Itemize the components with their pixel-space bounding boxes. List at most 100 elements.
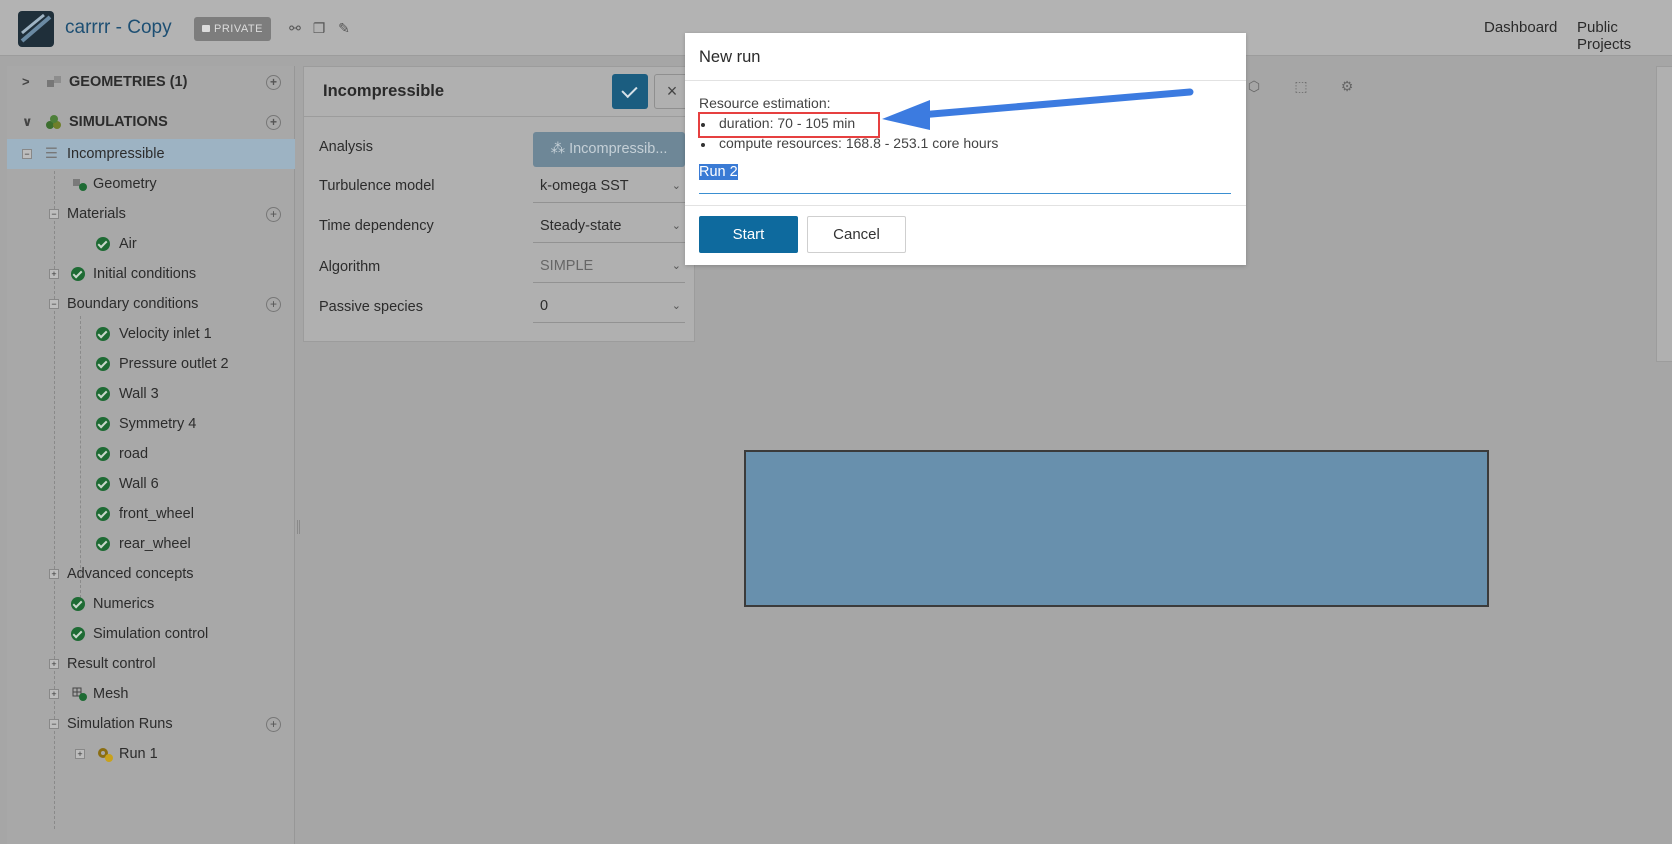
tree-item-front-wheel[interactable]: front_wheel <box>7 499 295 529</box>
annotation-highlight-box <box>698 112 880 138</box>
tree-item-velocity-inlet[interactable]: Velocity inlet 1 <box>7 319 295 349</box>
check-icon <box>96 237 110 251</box>
project-title[interactable]: carrrr - Copy <box>65 17 172 39</box>
settings-title: Incompressible <box>323 82 445 100</box>
simulation-tree: > GEOMETRIES (1) + ∨ SIMULATIONS + − ☰ I… <box>7 66 295 844</box>
tree-item-result-control[interactable]: + Result control <box>7 649 295 679</box>
analysis-icon: ⁂ <box>550 141 570 157</box>
check-icon <box>96 477 110 491</box>
algorithm-select[interactable]: SIMPLE ⌄ <box>533 251 685 283</box>
add-boundary-condition-button[interactable]: + <box>266 297 281 312</box>
mesh-view-icon[interactable]: ⚙ <box>1338 78 1356 96</box>
turbulence-model-label: Turbulence model <box>319 178 435 194</box>
simulations-icon <box>46 115 61 129</box>
settings-header: Incompressible × <box>304 67 694 117</box>
edit-icon[interactable]: ✎ <box>336 20 352 36</box>
tree-item-wall-3[interactable]: Wall 3 <box>7 379 295 409</box>
tree-item-run-1[interactable]: + Run 1 <box>7 739 295 769</box>
check-icon <box>96 387 110 401</box>
tree-geometries[interactable]: > GEOMETRIES (1) + <box>7 67 295 97</box>
add-geometry-button[interactable]: + <box>266 75 281 90</box>
tree-item-simulation-runs[interactable]: − Simulation Runs + <box>7 709 295 739</box>
cube-icon[interactable]: ⬡ <box>1245 78 1263 96</box>
lock-icon <box>202 25 210 32</box>
expand-toggle[interactable]: + <box>49 689 59 699</box>
check-icon <box>96 417 110 431</box>
private-badge: PRIVATE <box>194 17 271 41</box>
tree-item-rear-wheel[interactable]: rear_wheel <box>7 529 295 559</box>
geometries-icon <box>47 76 61 87</box>
settings-lines-icon: ☰ <box>45 146 58 162</box>
start-button[interactable]: Start <box>699 216 798 253</box>
analysis-label: Analysis <box>319 139 373 155</box>
check-icon <box>71 597 85 611</box>
expand-toggle[interactable]: + <box>75 749 85 759</box>
expand-toggle[interactable]: + <box>49 569 59 579</box>
tree-simulations[interactable]: ∨ SIMULATIONS + <box>7 107 295 137</box>
mesh-check-icon <box>72 687 87 701</box>
collapse-toggle[interactable]: − <box>49 209 59 219</box>
tree-item-pressure-outlet[interactable]: Pressure outlet 2 <box>7 349 295 379</box>
tree-item-road[interactable]: road <box>7 439 295 469</box>
run-name-input[interactable]: Run 2 <box>699 164 1231 194</box>
chevron-down-icon: ⌄ <box>671 220 681 232</box>
check-icon <box>71 267 85 281</box>
gear-warning-icon <box>98 748 113 762</box>
check-icon <box>96 447 110 461</box>
collapse-toggle[interactable]: − <box>22 149 32 159</box>
chevron-down-icon: ⌄ <box>671 180 681 192</box>
box-select-icon[interactable]: ⬚ <box>1292 78 1310 96</box>
time-dependency-label: Time dependency <box>319 218 434 234</box>
time-dependency-select[interactable]: Steady-state ⌄ <box>533 211 685 243</box>
nav-public-projects[interactable]: Public Projects <box>1577 19 1672 53</box>
panel-splitter[interactable] <box>297 520 300 534</box>
tree-item-materials[interactable]: − Materials + <box>7 199 295 229</box>
tree-item-air[interactable]: Air <box>7 229 295 259</box>
expand-toggle[interactable]: + <box>49 659 59 669</box>
collapse-toggle[interactable]: − <box>49 719 59 729</box>
tree-item-wall-6[interactable]: Wall 6 <box>7 469 295 499</box>
add-material-button[interactable]: + <box>266 207 281 222</box>
right-side-panel <box>1656 66 1672 362</box>
dialog-footer: Start Cancel <box>685 205 1246 265</box>
tree-item-advanced-concepts[interactable]: + Advanced concepts <box>7 559 295 589</box>
tree-item-geometry[interactable]: Geometry <box>7 169 295 199</box>
algorithm-label: Algorithm <box>319 259 381 275</box>
passive-species-label: Passive species <box>319 299 423 315</box>
share-icon[interactable]: ⚯ <box>287 20 303 36</box>
tree-item-simulation-control[interactable]: Simulation control <box>7 619 295 649</box>
check-icon <box>71 627 85 641</box>
tree-item-mesh[interactable]: + Mesh <box>7 679 295 709</box>
settings-panel: Incompressible × Analysis ⁂ Incompressib… <box>303 66 695 342</box>
tree-item-initial-conditions[interactable]: + Initial conditions <box>7 259 295 289</box>
dialog-header: New run <box>685 33 1246 81</box>
chevron-down-icon: ⌄ <box>671 260 681 272</box>
analysis-type-button[interactable]: ⁂ Incompressib... <box>533 132 685 167</box>
geometry-model[interactable] <box>744 450 1489 607</box>
confirm-button[interactable] <box>612 74 648 109</box>
nav-dashboard[interactable]: Dashboard <box>1484 19 1557 36</box>
check-icon <box>96 357 110 371</box>
chevron-down-icon: ⌄ <box>671 300 681 312</box>
check-icon <box>96 327 110 341</box>
tree-item-incompressible[interactable]: − ☰ Incompressible <box>7 139 295 169</box>
chevron-down-icon[interactable]: ∨ <box>22 107 33 137</box>
turbulence-model-select[interactable]: k-omega SST ⌄ <box>533 171 685 203</box>
geometry-check-icon <box>73 179 87 191</box>
check-icon <box>96 507 110 521</box>
cancel-button[interactable]: Cancel <box>807 216 906 253</box>
add-run-button[interactable]: + <box>266 717 281 732</box>
annotation-arrow-icon <box>882 88 1194 130</box>
tree-item-boundary-conditions[interactable]: − Boundary conditions + <box>7 289 295 319</box>
add-simulation-button[interactable]: + <box>266 115 281 130</box>
app-logo[interactable] <box>18 11 54 47</box>
tree-item-symmetry-4[interactable]: Symmetry 4 <box>7 409 295 439</box>
expand-toggle[interactable]: + <box>49 269 59 279</box>
copy-icon[interactable]: ❐ <box>311 20 327 36</box>
passive-species-select[interactable]: 0 ⌄ <box>533 291 685 323</box>
new-run-dialog: New run Resource estimation: duration: 7… <box>685 33 1246 265</box>
dialog-title: New run <box>699 48 761 66</box>
tree-item-numerics[interactable]: Numerics <box>7 589 295 619</box>
collapse-toggle[interactable]: − <box>49 299 59 309</box>
chevron-right-icon[interactable]: > <box>22 67 30 97</box>
